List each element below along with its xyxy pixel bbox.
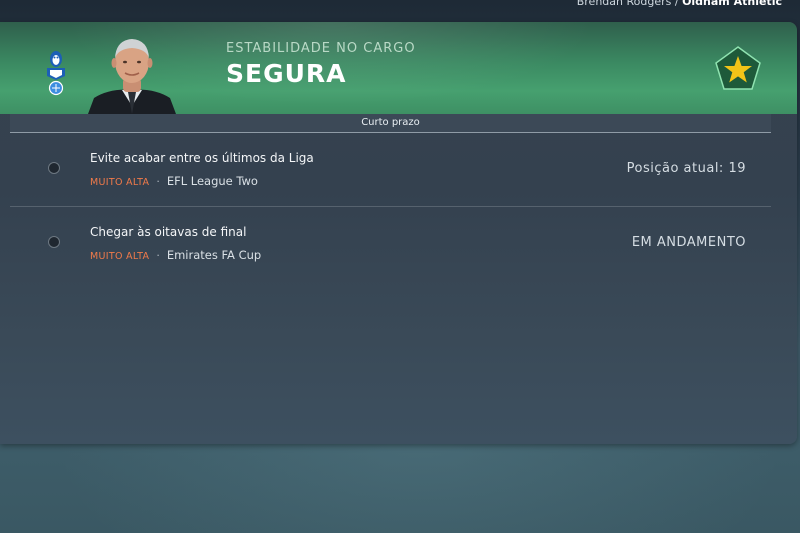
stability-status: SEGURA	[226, 59, 347, 88]
club-crest-icon[interactable]	[43, 48, 69, 96]
objective-status-indicator	[48, 236, 60, 248]
objective-title: Evite acabar entre os últimos da Liga	[90, 151, 314, 165]
job-security-panel: ESTABILIDADE NO CARGO SEGURA Curto prazo…	[0, 22, 797, 444]
objective-meta: MUITO ALTA · EFL League Two	[90, 174, 258, 188]
objective-priority: MUITO ALTA	[90, 251, 150, 262]
panel-header: ESTABILIDADE NO CARGO SEGURA	[0, 22, 797, 114]
objective-priority: MUITO ALTA	[90, 177, 150, 188]
breadcrumb-club[interactable]: Oldham Athletic	[682, 0, 782, 8]
manager-avatar	[88, 39, 176, 114]
breadcrumb-manager[interactable]: Brendan Rodgers	[577, 0, 672, 8]
objective-title: Chegar às oitavas de final	[90, 225, 247, 239]
objective-competition[interactable]: EFL League Two	[167, 174, 258, 188]
objective-meta: MUITO ALTA · Emirates FA Cup	[90, 248, 261, 262]
section-title: Curto prazo	[361, 117, 420, 128]
separator-dot: ·	[156, 249, 160, 262]
star-badge-icon	[715, 46, 761, 90]
section-header: Curto prazo	[10, 114, 771, 133]
objective-status-indicator	[48, 162, 60, 174]
breadcrumb-separator: /	[671, 0, 683, 8]
objective-status: Posição atual: 19	[626, 161, 746, 176]
stability-label: ESTABILIDADE NO CARGO	[226, 41, 416, 56]
objective-status: EM ANDAMENTO	[631, 235, 746, 250]
objective-competition[interactable]: Emirates FA Cup	[167, 248, 261, 262]
objective-row[interactable]: Evite acabar entre os últimos da Liga MU…	[10, 133, 771, 207]
objective-row[interactable]: Chegar às oitavas de final MUITO ALTA · Em…	[10, 207, 771, 280]
separator-dot: ·	[156, 175, 160, 188]
breadcrumb: Brendan Rodgers / Oldham Athletic	[577, 0, 782, 8]
